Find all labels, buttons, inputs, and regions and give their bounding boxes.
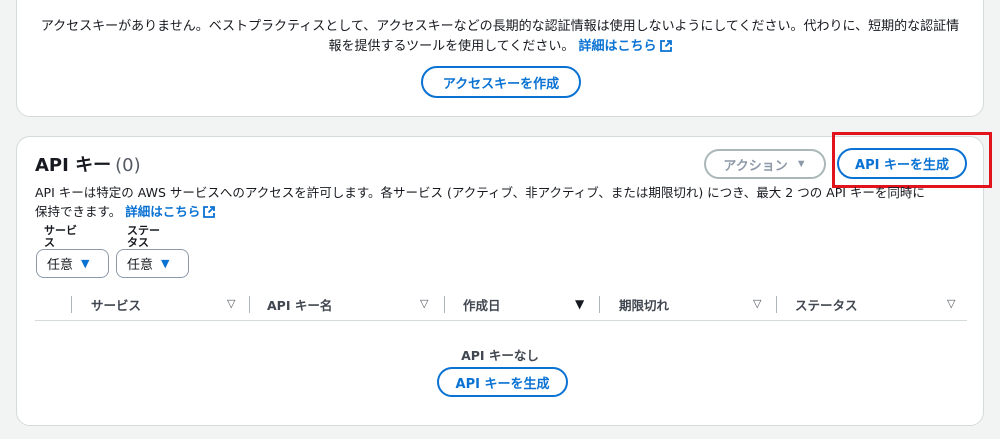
sort-icon[interactable]: ▽ xyxy=(947,297,955,310)
filter-status-label: ステー タス xyxy=(127,224,160,249)
access-keys-learn-more-label: 詳細はこちら xyxy=(578,39,657,54)
access-keys-learn-more-link[interactable]: 詳細はこちら xyxy=(579,39,672,54)
filter-service-select[interactable]: 任意 ▼ xyxy=(36,249,109,278)
column-header-service[interactable]: サービス xyxy=(91,289,141,319)
column-header-expiry[interactable]: 期限切れ xyxy=(619,289,669,319)
api-keys-panel: API キー (0) アクション ▼ API キーを生成 API キーは特定の A… xyxy=(16,132,992,426)
filter-service-label: サービ ス xyxy=(44,224,77,249)
empty-state-title: API キーなし xyxy=(461,348,539,363)
sort-icon[interactable]: ▽ xyxy=(753,297,761,310)
sort-icon[interactable]: ▽ xyxy=(420,297,428,310)
sort-descending-icon[interactable]: ▼ xyxy=(575,297,584,311)
api-keys-learn-more-link[interactable]: 詳細はこちら xyxy=(125,204,216,219)
access-keys-message-line2: 報を提供するツールを使用してください。 xyxy=(328,39,575,54)
api-keys-count: (0) xyxy=(115,155,141,176)
filter-service-value: 任意 xyxy=(47,258,74,273)
api-keys-description-line2: 保持できます。 xyxy=(35,204,122,219)
caret-down-icon: ▼ xyxy=(81,257,90,270)
api-keys-description: API キーは特定の AWS サービスへのアクセスを許可します。各サービス (ア… xyxy=(35,183,975,221)
api-keys-title-text: API キー xyxy=(35,155,112,176)
column-header-created[interactable]: 作成日 xyxy=(463,289,501,319)
actions-dropdown-button[interactable]: アクション ▼ xyxy=(704,149,826,179)
filter-status-value: 任意 xyxy=(127,258,154,273)
api-keys-table-header: サービス ▽ API キー名 ▽ 作成日 ▼ 期限切れ ▽ ステータス ▽ xyxy=(35,289,967,321)
create-access-key-button[interactable]: アクセスキーを作成 xyxy=(421,66,581,98)
column-separator xyxy=(444,296,445,313)
generate-api-key-button-empty-state[interactable]: API キーを生成 xyxy=(437,367,568,397)
external-link-icon xyxy=(659,40,672,52)
column-header-key-name[interactable]: API キー名 xyxy=(267,289,332,319)
column-separator xyxy=(71,296,72,313)
external-link-icon xyxy=(203,206,216,218)
api-keys-title: API キー (0) xyxy=(35,151,141,177)
sort-icon[interactable]: ▽ xyxy=(227,297,235,310)
access-keys-empty-message: アクセスキーがありません。ベストプラクティスとして、アクセスキーなどの長期的な認… xyxy=(27,17,973,57)
access-keys-panel: アクセスキーがありません。ベストプラクティスとして、アクセスキーなどの長期的な認… xyxy=(16,0,984,117)
column-separator xyxy=(249,296,250,313)
column-header-status[interactable]: ステータス xyxy=(795,289,858,319)
actions-button-label: アクション xyxy=(723,157,788,173)
caret-down-icon: ▼ xyxy=(161,257,170,270)
column-separator xyxy=(776,296,777,313)
filter-status-select[interactable]: 任意 ▼ xyxy=(116,249,189,278)
access-keys-message-line1: アクセスキーがありません。ベストプラクティスとして、アクセスキーなどの長期的な認… xyxy=(40,19,960,34)
api-keys-description-line1: API キーは特定の AWS サービスへのアクセスを許可します。各サービス (ア… xyxy=(35,185,925,200)
column-separator xyxy=(599,296,600,313)
caret-down-icon: ▼ xyxy=(795,158,807,170)
api-keys-learn-more-label: 詳細はこちら xyxy=(125,204,201,219)
generate-api-key-button[interactable]: API キーを生成 xyxy=(837,148,967,179)
